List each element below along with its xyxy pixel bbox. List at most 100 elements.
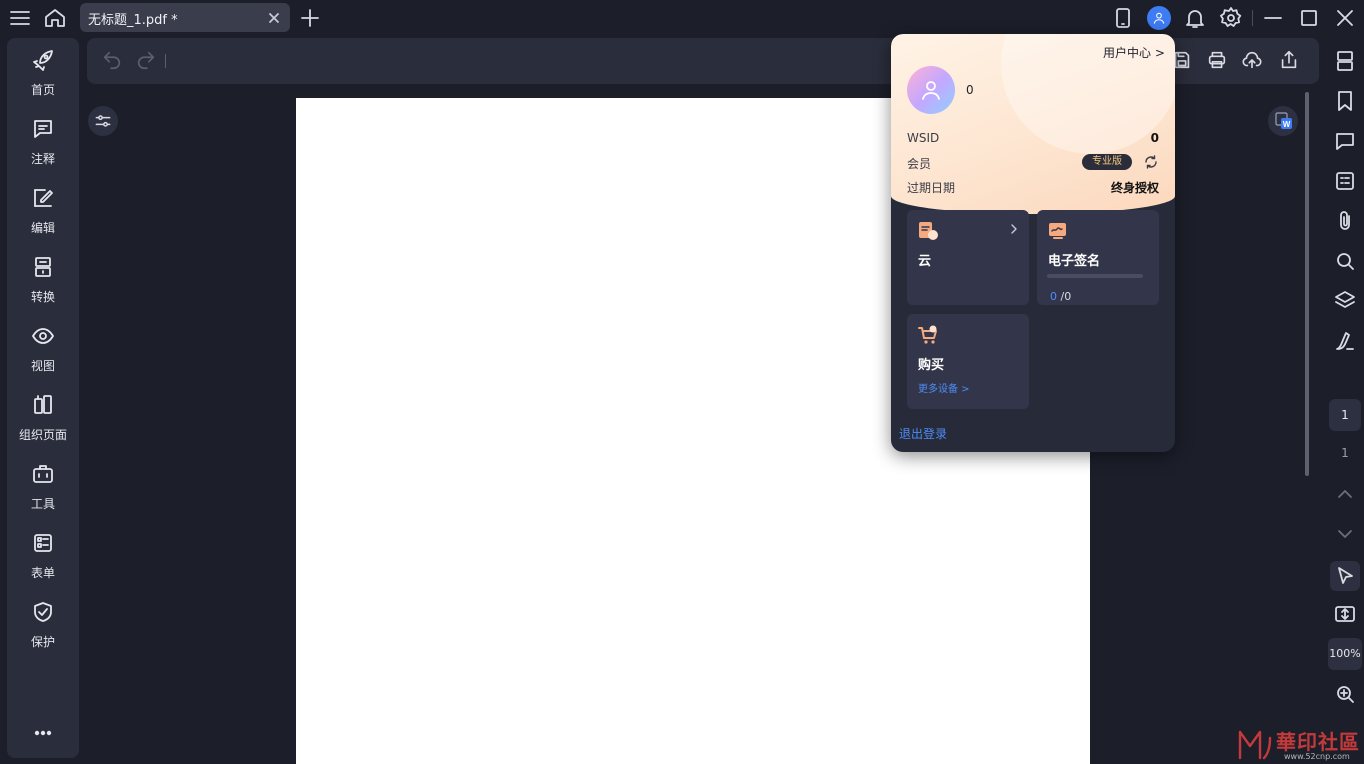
close-icon[interactable] <box>266 10 282 26</box>
form-fields-icon[interactable] <box>1333 169 1357 193</box>
signature-icon[interactable] <box>1333 329 1357 353</box>
right-rail: 1 1 100% <box>1326 38 1364 764</box>
shopping-cart-icon <box>917 324 939 346</box>
expiry-row: 过期日期 终身授权 <box>907 179 1159 197</box>
wsid-label: WSID <box>907 131 940 145</box>
total-pages-label: 1 <box>1341 446 1349 460</box>
sidebar-item-label: 转换 <box>30 290 55 304</box>
chevron-right-icon <box>1007 222 1021 236</box>
zoom-level[interactable]: 100% <box>1328 638 1362 670</box>
sidebar-item-label: 保护 <box>30 635 55 649</box>
svg-text:W: W <box>1283 120 1291 129</box>
edit-icon <box>31 186 55 210</box>
user-avatar-button[interactable] <box>1147 6 1171 30</box>
maximize-icon[interactable] <box>1297 6 1321 30</box>
window-close-icon[interactable] <box>1333 6 1357 30</box>
redo-icon[interactable] <box>135 49 157 71</box>
member-label: 会员 <box>907 157 932 171</box>
zoom-in-icon[interactable] <box>1333 682 1357 706</box>
purchase-card[interactable]: 购买 更多设备 > <box>907 314 1029 409</box>
sidebar-item-organize-pages[interactable]: 组织页面 <box>7 383 79 445</box>
chevron-down-icon[interactable] <box>1333 522 1357 546</box>
vertical-scrollbar[interactable] <box>1305 92 1309 476</box>
e-signature-card[interactable]: 电子签名 0 /0 <box>1037 210 1159 305</box>
cloud-doc-icon <box>917 220 939 242</box>
sidebar-item-forms[interactable]: 表单 <box>7 521 79 583</box>
tab-label: 无标题_1.pdf * <box>88 13 178 28</box>
toolbar-divider <box>165 54 166 68</box>
sidebar-item-label: 组织页面 <box>18 428 67 442</box>
user-center-link[interactable]: 用户中心 > <box>1103 44 1165 61</box>
watermark-text: 華印社區 <box>1276 730 1360 754</box>
expiry-label: 过期日期 <box>907 181 956 195</box>
eye-icon <box>31 324 55 348</box>
select-cursor-icon[interactable] <box>1330 561 1360 591</box>
current-page-indicator[interactable]: 1 <box>1329 399 1361 431</box>
sidebar-item-home[interactable]: 首页 <box>7 38 79 100</box>
sidebar-item-label: 编辑 <box>30 221 55 235</box>
bookmark-icon[interactable] <box>1333 89 1357 113</box>
rocket-icon <box>31 48 55 72</box>
title-bar: 无标题_1.pdf * <box>0 0 1364 36</box>
sidebar-item-view[interactable]: 视图 <box>7 314 79 376</box>
refresh-icon[interactable] <box>1143 154 1159 170</box>
e-signature-quota-bar <box>1047 274 1143 278</box>
fit-page-icon[interactable] <box>1333 602 1357 626</box>
plus-icon[interactable] <box>298 6 322 30</box>
cloud-card[interactable]: 云 <box>907 210 1029 305</box>
attachment-icon[interactable] <box>1333 209 1357 233</box>
sidebar-item-label: 视图 <box>30 359 55 373</box>
pdf-to-word-icon[interactable]: W <box>1268 106 1298 136</box>
sidebar-item-label: 工具 <box>30 497 55 511</box>
pro-edition-badge: 专业版 <box>1082 154 1132 170</box>
search-icon[interactable] <box>1333 249 1357 273</box>
sidebar-item-protect[interactable]: 保护 <box>7 590 79 652</box>
comment-icon <box>31 117 55 141</box>
gear-icon[interactable] <box>1219 6 1243 30</box>
chevron-up-icon[interactable] <box>1333 482 1357 506</box>
tablet-icon[interactable] <box>1111 6 1135 30</box>
home-icon[interactable] <box>43 6 67 30</box>
wsid-value: 0 <box>1150 131 1159 145</box>
sidebar-item-edit[interactable]: 编辑 <box>7 176 79 238</box>
expiry-value: 终身授权 <box>1110 181 1159 195</box>
watermark-url: www.52cnp.com <box>1284 752 1350 761</box>
undo-icon[interactable] <box>101 49 123 71</box>
more-icon[interactable] <box>31 724 55 742</box>
user-name: 0 <box>966 83 974 97</box>
document-tab[interactable]: 无标题_1.pdf * <box>80 3 290 32</box>
sidebar-item-annotate[interactable]: 注释 <box>7 107 79 169</box>
bell-icon[interactable] <box>1183 6 1207 30</box>
watermark-logo-icon <box>1238 730 1272 760</box>
layers-icon[interactable] <box>1333 289 1357 313</box>
user-account-popup: 用户中心 > 0 WSID 0 会员 专业版 过期日期 终身授权 云 电子签名 … <box>891 34 1175 452</box>
e-signature-icon <box>1047 220 1069 242</box>
cloud-upload-icon[interactable] <box>1241 49 1263 71</box>
share-icon[interactable] <box>1278 49 1300 71</box>
sliders-icon[interactable] <box>88 106 118 136</box>
cloud-title: 云 <box>918 254 932 269</box>
sidebar-item-label: 首页 <box>30 83 55 97</box>
sidebar-item-tools[interactable]: 工具 <box>7 452 79 514</box>
menu-icon[interactable] <box>8 6 32 30</box>
e-signature-title: 电子签名 <box>1048 254 1101 269</box>
purchase-title: 购买 <box>918 358 945 373</box>
sidebar-item-label: 表单 <box>30 566 55 580</box>
form-icon <box>31 531 55 555</box>
sidebar-item-label: 注释 <box>30 152 55 166</box>
sidebar-item-convert[interactable]: 转换 <box>7 245 79 307</box>
left-sidebar: 首页 注释 编辑 转换 视图 组织页面 工具 表单 保护 <box>7 38 79 758</box>
minimize-icon[interactable] <box>1261 6 1285 30</box>
comments-panel-icon[interactable] <box>1333 129 1357 153</box>
more-devices-link[interactable]: 更多设备 > <box>918 380 970 395</box>
e-signature-total: /0 <box>1057 290 1072 303</box>
print-icon[interactable] <box>1206 49 1228 71</box>
watermark: 華印社區 www.52cnp.com <box>1232 724 1364 764</box>
shield-icon <box>31 600 55 624</box>
titlebar-divider <box>1252 10 1253 26</box>
convert-icon <box>31 255 55 279</box>
e-signature-quota: 0 /0 <box>1050 290 1071 303</box>
logout-link[interactable]: 退出登录 <box>899 425 947 442</box>
thumbnails-icon[interactable] <box>1333 49 1357 73</box>
organize-pages-icon <box>31 393 55 417</box>
